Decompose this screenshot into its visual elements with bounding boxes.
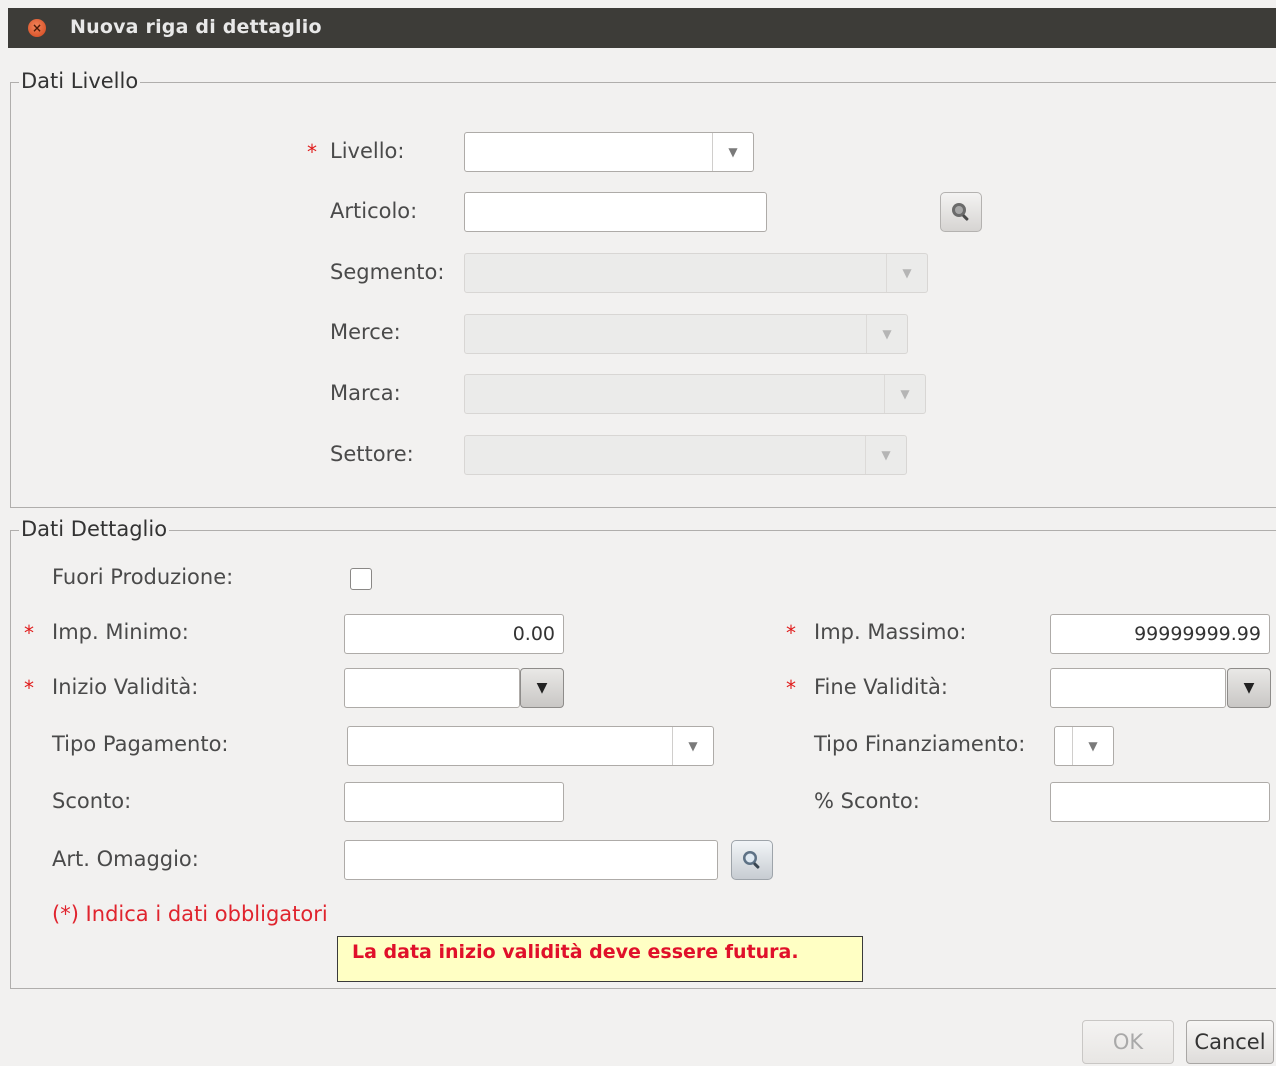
error-message: La data inizio validità deve essere futu… bbox=[337, 936, 863, 982]
art-omaggio-label: Art. Omaggio: bbox=[52, 847, 199, 871]
ok-button[interactable]: OK bbox=[1082, 1020, 1174, 1064]
fuori-produzione-label: Fuori Produzione: bbox=[52, 565, 234, 589]
articolo-label: Articolo: bbox=[330, 199, 418, 223]
imp-massimo-value: 99999999.99 bbox=[1134, 623, 1261, 645]
segmento-label: Segmento: bbox=[330, 260, 445, 284]
merce-select[interactable]: ▼ bbox=[464, 314, 908, 354]
sconto-input[interactable] bbox=[344, 782, 564, 822]
close-icon[interactable]: × bbox=[28, 19, 46, 37]
tipo-finanziamento-label: Tipo Finanziamento: bbox=[814, 732, 1026, 756]
art-omaggio-search-button[interactable] bbox=[731, 840, 773, 880]
imp-minimo-value: 0.00 bbox=[512, 623, 555, 645]
chevron-down-icon[interactable]: ▼ bbox=[712, 133, 753, 171]
livello-label: Livello: bbox=[330, 139, 405, 163]
chevron-down-icon[interactable]: ▼ bbox=[865, 436, 906, 474]
imp-minimo-label: Imp. Minimo: bbox=[52, 620, 189, 644]
fine-validita-label: Fine Validità: bbox=[814, 675, 948, 699]
required-note: (*) Indica i dati obbligatori bbox=[52, 902, 328, 926]
sconto-label: Sconto: bbox=[52, 789, 132, 813]
required-marker: * bbox=[307, 140, 317, 164]
cancel-button[interactable]: Cancel bbox=[1186, 1020, 1274, 1064]
dati-dettaglio-title: Dati Dettaglio bbox=[19, 517, 170, 541]
fuori-produzione-checkbox[interactable] bbox=[350, 568, 372, 590]
settore-label: Settore: bbox=[330, 442, 414, 466]
chevron-down-icon[interactable]: ▼ bbox=[886, 254, 927, 292]
inizio-validita-label: Inizio Validità: bbox=[52, 675, 199, 699]
marca-select[interactable]: ▼ bbox=[464, 374, 926, 414]
window-title: Nuova riga di dettaglio bbox=[70, 16, 322, 38]
window-titlebar: × Nuova riga di dettaglio bbox=[8, 8, 1276, 48]
required-marker: * bbox=[24, 621, 34, 645]
chevron-down-icon: ▼ bbox=[536, 680, 548, 696]
imp-massimo-label: Imp. Massimo: bbox=[814, 620, 967, 644]
tipo-pagamento-label: Tipo Pagamento: bbox=[52, 732, 229, 756]
chevron-down-icon[interactable]: ▼ bbox=[884, 375, 925, 413]
articolo-search-button[interactable] bbox=[940, 192, 982, 232]
fine-validita-input[interactable] bbox=[1050, 668, 1226, 708]
chevron-down-icon[interactable]: ▼ bbox=[866, 315, 907, 353]
chevron-down-icon: ▼ bbox=[1243, 680, 1255, 696]
livello-select[interactable]: ▼ bbox=[464, 132, 754, 172]
articolo-input[interactable] bbox=[464, 192, 767, 232]
search-icon bbox=[743, 851, 760, 869]
tipo-finanziamento-select[interactable]: ▼ bbox=[1054, 726, 1114, 766]
inizio-validita-date-button[interactable]: ▼ bbox=[520, 668, 564, 708]
settore-select[interactable]: ▼ bbox=[464, 435, 907, 475]
dati-livello-title: Dati Livello bbox=[19, 69, 141, 93]
required-marker: * bbox=[786, 676, 796, 700]
merce-label: Merce: bbox=[330, 320, 401, 344]
chevron-down-icon[interactable]: ▼ bbox=[1072, 727, 1113, 765]
chevron-down-icon[interactable]: ▼ bbox=[672, 727, 713, 765]
tipo-pagamento-select[interactable]: ▼ bbox=[347, 726, 714, 766]
perc-sconto-label: % Sconto: bbox=[814, 789, 920, 813]
search-icon bbox=[952, 203, 969, 221]
fine-validita-date-button[interactable]: ▼ bbox=[1227, 668, 1271, 708]
perc-sconto-input[interactable] bbox=[1050, 782, 1270, 822]
imp-minimo-input[interactable]: 0.00 bbox=[344, 614, 564, 654]
art-omaggio-input[interactable] bbox=[344, 840, 718, 880]
segmento-select[interactable]: ▼ bbox=[464, 253, 928, 293]
required-marker: * bbox=[24, 676, 34, 700]
marca-label: Marca: bbox=[330, 381, 401, 405]
inizio-validita-input[interactable] bbox=[344, 668, 520, 708]
imp-massimo-input[interactable]: 99999999.99 bbox=[1050, 614, 1270, 654]
required-marker: * bbox=[786, 621, 796, 645]
